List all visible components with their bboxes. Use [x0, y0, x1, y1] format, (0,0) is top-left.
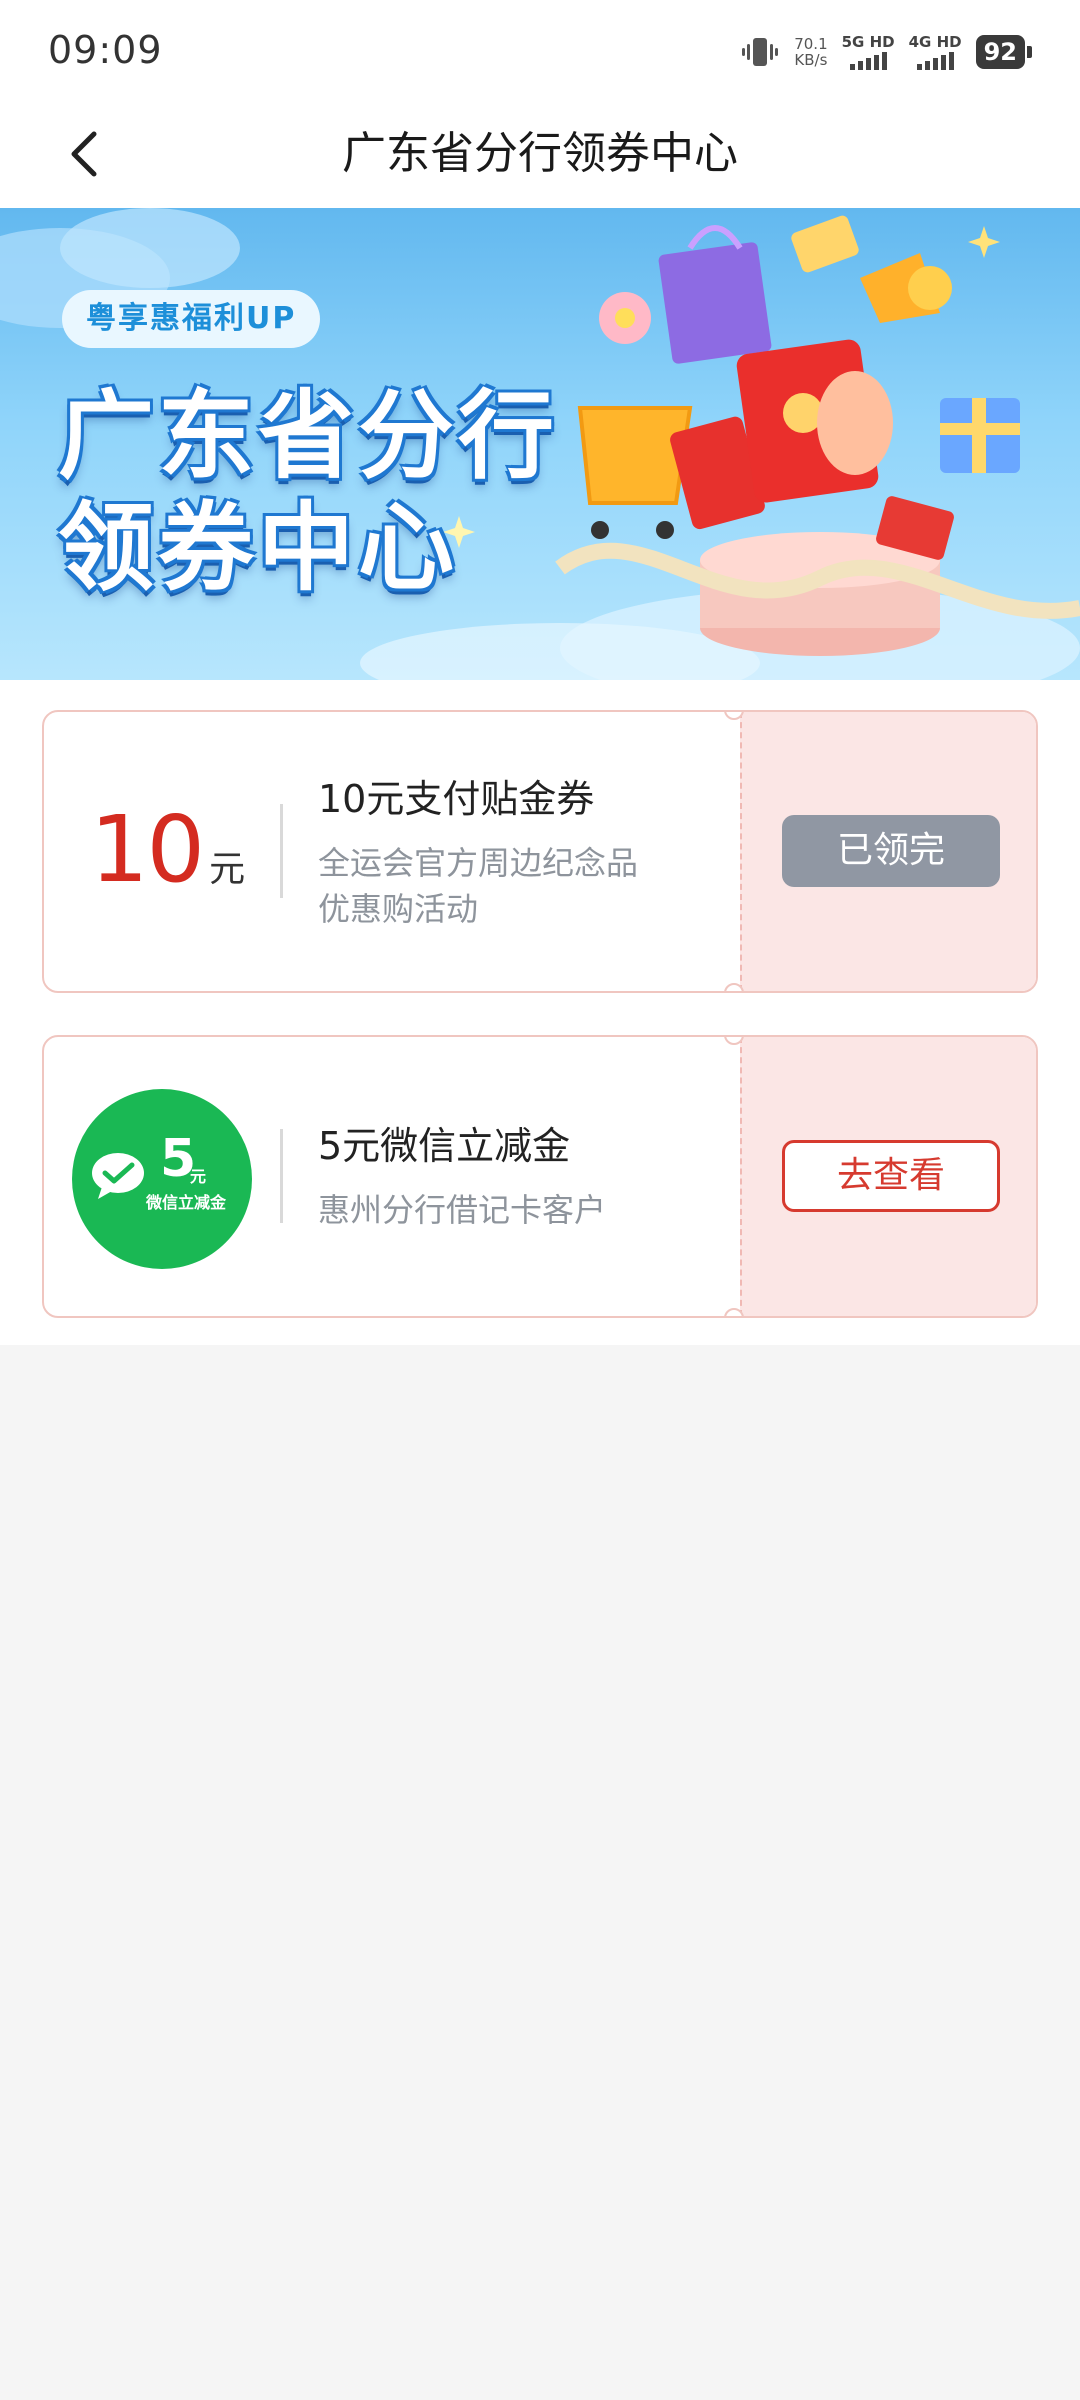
sim2-label: 4G HD	[908, 33, 962, 51]
page-title: 广东省分行领券中心	[342, 128, 738, 179]
status-icons: 70.1 KB/s 5G HD 4G HD 92	[740, 30, 1032, 74]
coupon-card: 5 元 微信立减金 5元微信立减金 惠州分行借记卡客户 去查看	[42, 1035, 1038, 1318]
coupon-divider	[280, 804, 283, 898]
coupon-amount-unit: 元	[209, 849, 246, 890]
status-time: 09:09	[48, 28, 163, 72]
coupon-card: 10 元 10元支付贴金券 全运会官方周边纪念品 优惠购活动 已领完	[42, 710, 1038, 993]
coupon-desc-line1: 惠州分行借记卡客户	[318, 1191, 607, 1229]
nav-header: 广东省分行领券中心	[0, 100, 1080, 208]
net-speed: 70.1 KB/s	[794, 36, 827, 68]
back-button[interactable]	[50, 120, 118, 188]
wechat-coupon-badge: 5 元 微信立减金	[72, 1089, 252, 1269]
sim2-signal: 4G HD	[909, 34, 962, 70]
view-button[interactable]: 去查看	[782, 1140, 1000, 1212]
vibrate-icon	[742, 38, 779, 66]
banner-tag: 粤享惠福利UP	[62, 290, 321, 348]
status-bar: 09:09 70.1 KB/s 5G HD 4G HD 92	[0, 0, 1080, 100]
net-speed-unit: KB/s	[794, 51, 828, 69]
sim1-signal: 5G HD	[842, 34, 895, 70]
coupon-title: 10元支付贴金券	[318, 777, 595, 821]
coupon-desc-line1: 全运会官方周边纪念品	[318, 844, 639, 882]
coupon-amount-value: 10	[90, 796, 205, 903]
badge-label: 微信立减金	[146, 1193, 227, 1212]
battery-icon: 92	[975, 35, 1032, 69]
claimed-button[interactable]: 已领完	[782, 815, 1000, 887]
sim1-label: 5G HD	[841, 33, 895, 51]
net-speed-value: 70.1	[794, 35, 828, 53]
signal-bars-icon	[849, 52, 887, 70]
coupon-title: 5元微信立减金	[318, 1124, 571, 1168]
badge-unit: 元	[190, 1167, 207, 1186]
coupon-amount: 10 元	[90, 800, 245, 900]
wechat-pay-icon	[92, 1153, 144, 1199]
chevron-left-icon	[71, 131, 97, 177]
coupon-divider	[280, 1129, 283, 1223]
banner-title-line2: 领券中心	[58, 492, 458, 604]
promo-banner[interactable]: 粤享惠福利UP 广东省分行 领券中心	[0, 208, 1080, 680]
coupon-desc-line2: 优惠购活动	[318, 890, 479, 928]
battery-level: 92	[975, 35, 1025, 69]
signal-bars-icon	[916, 52, 954, 70]
